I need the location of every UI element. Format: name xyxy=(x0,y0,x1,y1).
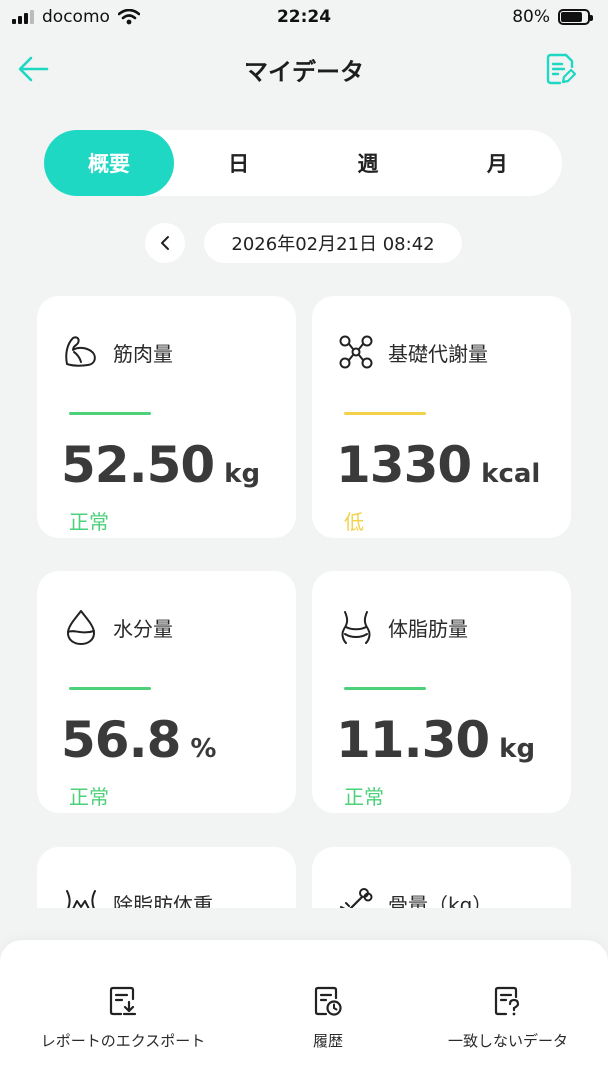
mismatched-data-label: 一致しないデータ xyxy=(447,1032,568,1050)
cellular-signal-icon xyxy=(12,10,34,24)
metrics-grid: 筋肉量 52.50 kg 正常 基礎代謝量 1330 kcal 低 水分量 56… xyxy=(0,296,608,908)
chevron-left-icon xyxy=(161,236,169,250)
body-fat-icon xyxy=(336,607,376,647)
muscle-mass-card[interactable]: 筋肉量 52.50 kg 正常 xyxy=(37,296,296,538)
metric-unit: % xyxy=(190,734,217,764)
card-title: 体脂肪量 xyxy=(388,616,468,641)
wifi-icon xyxy=(117,9,140,25)
body-fat-card[interactable]: 体脂肪量 11.30 kg 正常 xyxy=(312,571,571,813)
card-title: 骨量（kg） xyxy=(388,892,493,909)
date-selector: 2026年02月21日 08:42 xyxy=(0,223,608,263)
card-title: 水分量 xyxy=(113,616,173,641)
water-content-card[interactable]: 水分量 56.8 % 正常 xyxy=(37,571,296,813)
mismatched-data-button[interactable]: 一致しないデータ xyxy=(440,984,576,1051)
battery-icon xyxy=(558,9,593,25)
document-question-icon xyxy=(491,984,525,1018)
card-title: 除脂肪体重 xyxy=(113,892,213,909)
nav-bar: マイデータ xyxy=(0,42,608,94)
bone-mass-card[interactable]: 骨量（kg） xyxy=(312,847,571,908)
bottom-action-bar: レポートのエクスポート 履歴 一致しないデータ xyxy=(0,940,608,1080)
status-indicator-line xyxy=(69,687,151,690)
export-report-button[interactable]: レポートのエクスポート xyxy=(36,984,210,1051)
bone-icon xyxy=(336,883,376,908)
measurement-date[interactable]: 2026年02月21日 08:42 xyxy=(204,223,462,263)
metric-value: 56.8 xyxy=(61,711,181,769)
metric-unit: kg xyxy=(499,734,536,764)
lean-mass-icon xyxy=(61,883,101,908)
metric-unit: kg xyxy=(224,459,261,489)
metric-value: 1330 xyxy=(336,436,472,494)
edit-report-button[interactable] xyxy=(542,50,580,88)
muscle-icon xyxy=(61,332,101,372)
arrow-left-icon xyxy=(18,56,49,82)
history-label: 履歴 xyxy=(312,1032,343,1050)
metric-value: 11.30 xyxy=(336,711,490,769)
previous-date-button[interactable] xyxy=(145,223,185,263)
metric-value: 52.50 xyxy=(61,436,215,494)
tab-month[interactable]: 月 xyxy=(433,130,562,196)
battery-percent: 80% xyxy=(512,7,550,27)
export-report-label: レポートのエクスポート xyxy=(40,1032,206,1050)
status-indicator-line xyxy=(69,412,151,415)
status-label: 正常 xyxy=(344,785,384,809)
page-title: マイデータ xyxy=(244,58,364,86)
status-label: 正常 xyxy=(69,785,109,809)
status-bar: docomo 22:24 80% xyxy=(0,0,608,34)
status-label: 正常 xyxy=(69,510,109,534)
card-title: 筋肉量 xyxy=(113,341,173,366)
carrier-name: docomo xyxy=(42,7,110,27)
status-label: 低 xyxy=(344,510,364,534)
period-segmented-control: 概要 日 週 月 xyxy=(44,130,562,196)
water-drop-icon xyxy=(61,607,101,647)
status-indicator-line xyxy=(344,412,426,415)
history-document-icon xyxy=(311,984,345,1018)
tab-day[interactable]: 日 xyxy=(174,130,303,196)
tab-overview[interactable]: 概要 xyxy=(44,130,174,196)
card-title: 基礎代謝量 xyxy=(388,341,488,366)
metric-unit: kcal xyxy=(481,459,541,489)
status-indicator-line xyxy=(344,687,426,690)
history-button[interactable]: 履歴 xyxy=(298,984,358,1051)
document-edit-icon xyxy=(546,53,576,85)
back-button[interactable] xyxy=(14,50,52,88)
tab-week[interactable]: 週 xyxy=(303,130,432,196)
document-download-icon xyxy=(106,984,140,1018)
lean-body-mass-card[interactable]: 除脂肪体重 xyxy=(37,847,296,908)
metabolism-icon xyxy=(336,332,376,372)
basal-metabolism-card[interactable]: 基礎代謝量 1330 kcal 低 xyxy=(312,296,571,538)
